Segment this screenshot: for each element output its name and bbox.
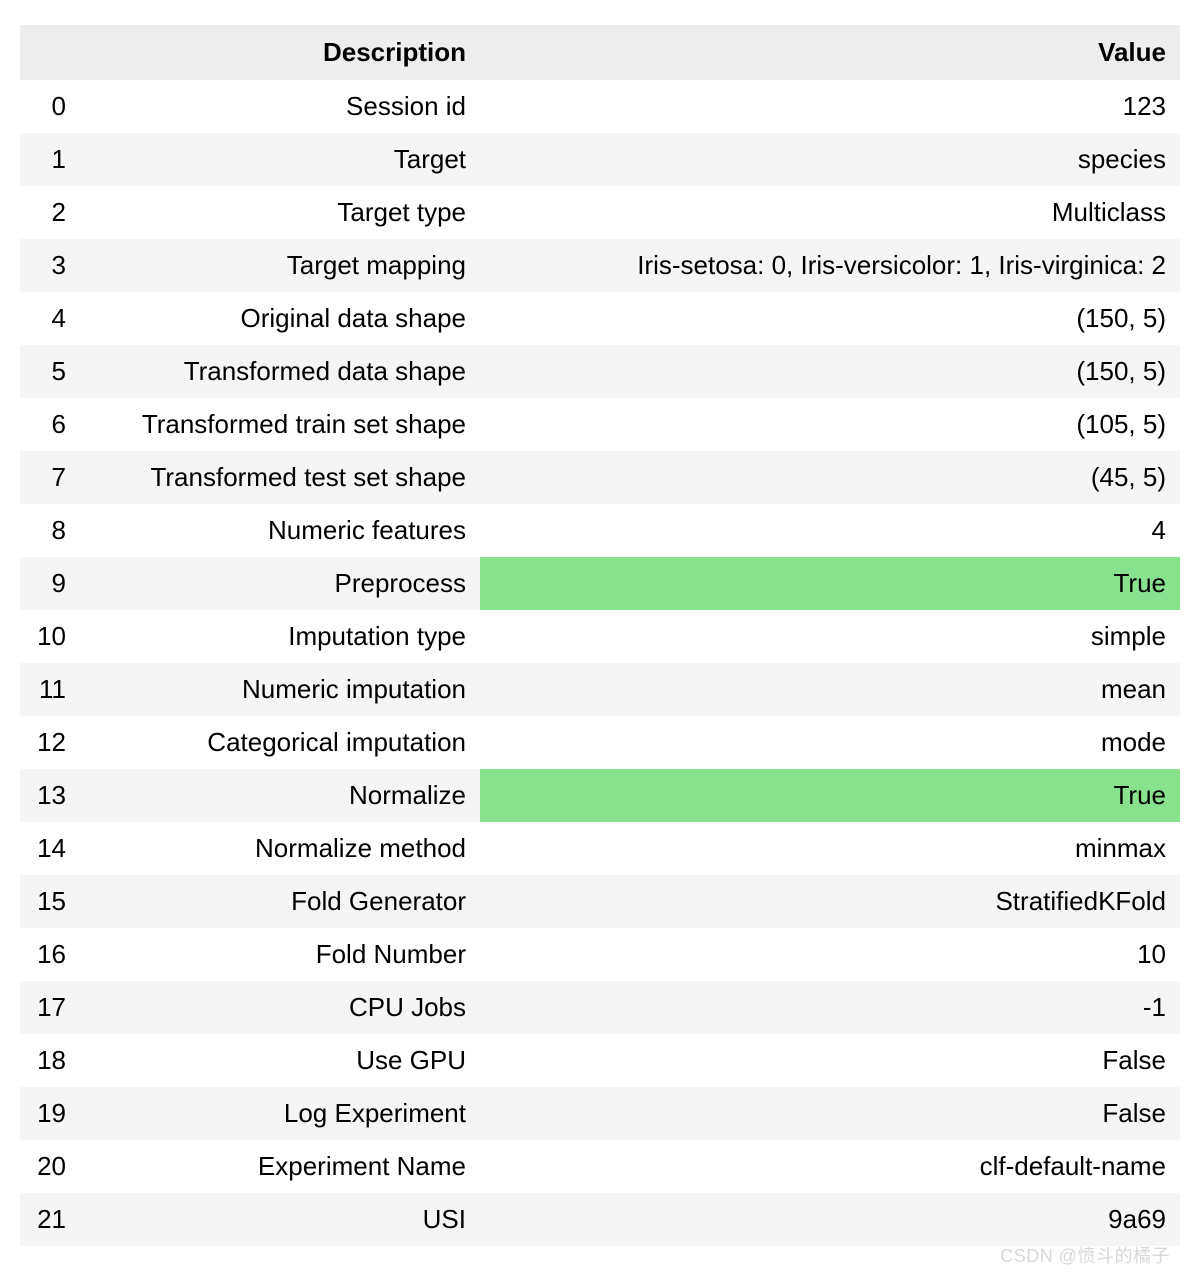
row-value: 4	[480, 504, 1180, 557]
row-index: 4	[20, 292, 80, 345]
table-row: 5Transformed data shape(150, 5)	[20, 345, 1180, 398]
row-index: 16	[20, 928, 80, 981]
table-row: 18Use GPUFalse	[20, 1034, 1180, 1087]
row-index: 3	[20, 239, 80, 292]
row-description: Transformed train set shape	[80, 398, 480, 451]
row-value: mode	[480, 716, 1180, 769]
row-value: (150, 5)	[480, 292, 1180, 345]
table-row: 13NormalizeTrue	[20, 769, 1180, 822]
table-row: 1Targetspecies	[20, 133, 1180, 186]
row-description: Log Experiment	[80, 1087, 480, 1140]
row-index: 9	[20, 557, 80, 610]
row-index: 11	[20, 663, 80, 716]
row-description: Transformed data shape	[80, 345, 480, 398]
table-row: 15Fold GeneratorStratifiedKFold	[20, 875, 1180, 928]
row-index: 14	[20, 822, 80, 875]
row-value: minmax	[480, 822, 1180, 875]
table-row: 8Numeric features4	[20, 504, 1180, 557]
row-value: 10	[480, 928, 1180, 981]
row-description: Transformed test set shape	[80, 451, 480, 504]
row-description: Target	[80, 133, 480, 186]
row-value: mean	[480, 663, 1180, 716]
row-value: (45, 5)	[480, 451, 1180, 504]
row-description: Preprocess	[80, 557, 480, 610]
row-index: 20	[20, 1140, 80, 1193]
row-value: (150, 5)	[480, 345, 1180, 398]
row-value: species	[480, 133, 1180, 186]
row-description: Experiment Name	[80, 1140, 480, 1193]
row-description: Session id	[80, 80, 480, 133]
row-value: 9a69	[480, 1193, 1180, 1246]
row-description: Normalize	[80, 769, 480, 822]
row-description: Fold Generator	[80, 875, 480, 928]
row-value: False	[480, 1034, 1180, 1087]
table-row: 9PreprocessTrue	[20, 557, 1180, 610]
row-description: Categorical imputation	[80, 716, 480, 769]
table-row: 0Session id123	[20, 80, 1180, 133]
row-value: simple	[480, 610, 1180, 663]
row-value: Iris-setosa: 0, Iris-versicolor: 1, Iris…	[480, 239, 1180, 292]
row-value: -1	[480, 981, 1180, 1034]
row-description: Target mapping	[80, 239, 480, 292]
row-description: USI	[80, 1193, 480, 1246]
row-value: True	[480, 769, 1180, 822]
row-description: Use GPU	[80, 1034, 480, 1087]
row-description: Numeric imputation	[80, 663, 480, 716]
row-index: 5	[20, 345, 80, 398]
header-description: Description	[80, 25, 480, 80]
row-index: 10	[20, 610, 80, 663]
header-index	[20, 25, 80, 80]
row-description: Target type	[80, 186, 480, 239]
config-summary-table: Description Value 0Session id1231Targets…	[20, 25, 1180, 1246]
row-index: 2	[20, 186, 80, 239]
header-row: Description Value	[20, 25, 1180, 80]
row-description: Original data shape	[80, 292, 480, 345]
row-index: 7	[20, 451, 80, 504]
row-value: True	[480, 557, 1180, 610]
table-row: 10Imputation typesimple	[20, 610, 1180, 663]
row-description: Normalize method	[80, 822, 480, 875]
row-index: 15	[20, 875, 80, 928]
table-row: 6Transformed train set shape(105, 5)	[20, 398, 1180, 451]
table-row: 7Transformed test set shape(45, 5)	[20, 451, 1180, 504]
row-index: 17	[20, 981, 80, 1034]
row-index: 6	[20, 398, 80, 451]
table-row: 16Fold Number10	[20, 928, 1180, 981]
table-row: 21USI9a69	[20, 1193, 1180, 1246]
watermark-text: CSDN @愤斗的橘子	[1000, 1242, 1170, 1268]
row-value: StratifiedKFold	[480, 875, 1180, 928]
row-value: 123	[480, 80, 1180, 133]
table-row: 19Log ExperimentFalse	[20, 1087, 1180, 1140]
row-description: CPU Jobs	[80, 981, 480, 1034]
row-index: 8	[20, 504, 80, 557]
row-index: 13	[20, 769, 80, 822]
table-row: 12Categorical imputationmode	[20, 716, 1180, 769]
table-row: 14Normalize methodminmax	[20, 822, 1180, 875]
table-row: 3Target mappingIris-setosa: 0, Iris-vers…	[20, 239, 1180, 292]
table-row: 4Original data shape(150, 5)	[20, 292, 1180, 345]
row-index: 21	[20, 1193, 80, 1246]
table-row: 17CPU Jobs-1	[20, 981, 1180, 1034]
table-row: 20Experiment Nameclf-default-name	[20, 1140, 1180, 1193]
row-value: Multiclass	[480, 186, 1180, 239]
table-row: 11Numeric imputationmean	[20, 663, 1180, 716]
row-value: clf-default-name	[480, 1140, 1180, 1193]
table-row: 2Target typeMulticlass	[20, 186, 1180, 239]
row-index: 0	[20, 80, 80, 133]
row-value: False	[480, 1087, 1180, 1140]
row-value: (105, 5)	[480, 398, 1180, 451]
header-value: Value	[480, 25, 1180, 80]
row-index: 18	[20, 1034, 80, 1087]
row-index: 12	[20, 716, 80, 769]
table-body: 0Session id1231Targetspecies2Target type…	[20, 80, 1180, 1246]
row-description: Fold Number	[80, 928, 480, 981]
row-description: Numeric features	[80, 504, 480, 557]
row-index: 1	[20, 133, 80, 186]
row-description: Imputation type	[80, 610, 480, 663]
row-index: 19	[20, 1087, 80, 1140]
